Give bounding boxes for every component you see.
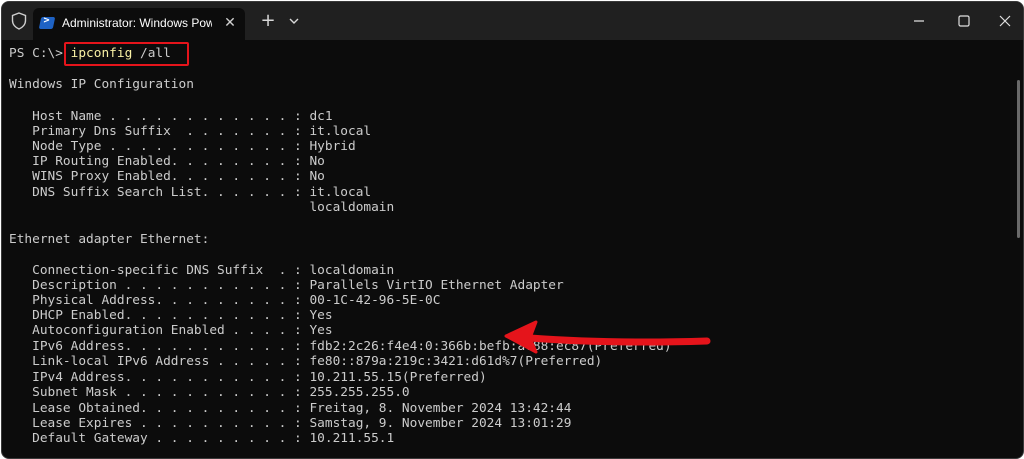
output-line: Connection-specific DNS Suffix . : local…: [9, 263, 395, 278]
output-line: localdomain: [9, 200, 395, 215]
output-line: Physical Address. . . . . . . . . : 00-1…: [9, 293, 441, 308]
output-line: WINS Proxy Enabled. . . . . . . . : No: [9, 169, 325, 184]
shield-icon: [11, 12, 27, 30]
new-tab-button[interactable]: +: [258, 11, 278, 31]
minimize-icon[interactable]: [909, 11, 929, 31]
output-line: Windows IP Configuration: [9, 77, 194, 92]
output-line: DNS Suffix Search List. . . . . . : it.l…: [9, 185, 372, 200]
title-bar[interactable]: > Administrator: Windows PowerShell ✕ +: [2, 2, 1023, 40]
output-line: Autoconfiguration Enabled . . . . : Yes: [9, 323, 333, 338]
output-line: Lease Expires . . . . . . . . . . : Sams…: [9, 416, 572, 431]
tab-close-button[interactable]: ✕: [220, 13, 240, 33]
terminal-window: > Administrator: Windows PowerShell ✕ + …: [1, 1, 1024, 459]
chevron-down-icon[interactable]: [286, 13, 302, 29]
close-icon[interactable]: [995, 11, 1015, 31]
prompt: PS C:\>: [9, 46, 71, 61]
tab-title: Administrator: Windows PowerShell: [62, 16, 212, 30]
maximize-icon[interactable]: [954, 11, 974, 31]
output-line: Ethernet adapter Ethernet:: [9, 232, 210, 247]
ipv4-address-line: IPv4 Address. . . . . . . . . . . : 10.2…: [9, 370, 487, 385]
terminal-output[interactable]: PS C:\> ipconfig /all Windows IP Configu…: [2, 40, 1023, 458]
output-line: IP Routing Enabled. . . . . . . . : No: [9, 154, 325, 169]
output-line: DHCP Enabled. . . . . . . . . . . : Yes: [9, 308, 333, 323]
output-line: Subnet Mask . . . . . . . . . . . : 255.…: [9, 385, 410, 400]
output-line: Default Gateway . . . . . . . . . : 10.2…: [9, 431, 395, 446]
output-line: Lease Obtained. . . . . . . . . . : Frei…: [9, 401, 572, 416]
output-line: Primary Dns Suffix . . . . . . . : it.lo…: [9, 124, 372, 139]
scrollbar[interactable]: [1017, 80, 1020, 238]
powershell-icon: >: [38, 15, 56, 29]
output-line: Description . . . . . . . . . . . : Para…: [9, 278, 564, 293]
output-line: Node Type . . . . . . . . . . . . : Hybr…: [9, 139, 356, 154]
tab-powershell[interactable]: > Administrator: Windows PowerShell ✕: [33, 8, 245, 40]
command-highlight-box: [64, 42, 189, 66]
red-arrow-annotation: [504, 320, 711, 354]
output-line: Host Name . . . . . . . . . . . . : dc1: [9, 109, 333, 124]
